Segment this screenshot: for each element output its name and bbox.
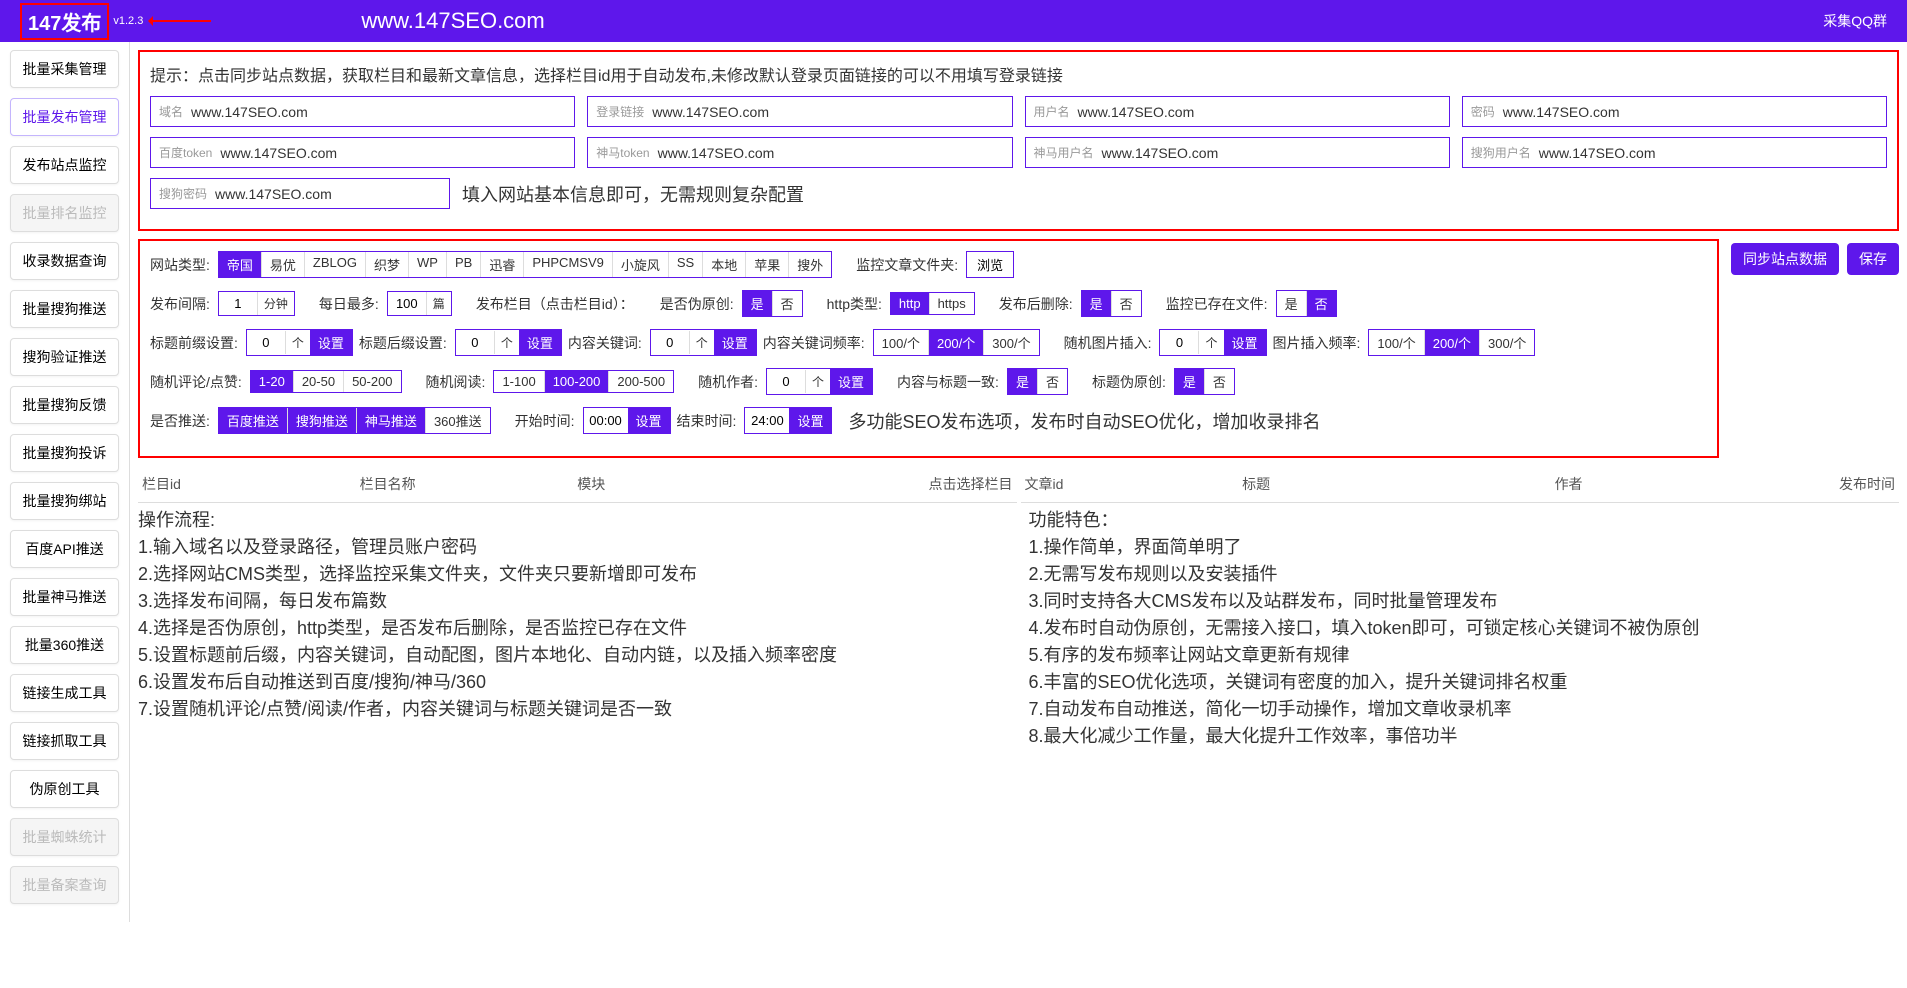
sidebar-item-12[interactable]: 批量360推送	[10, 626, 119, 664]
sidebar-item-0[interactable]: 批量采集管理	[10, 50, 119, 88]
field-sogou-password[interactable]: 搜狗密码 www.147SEO.com	[150, 178, 450, 209]
sidebar-item-16: 批量蜘蛛统计	[10, 818, 119, 856]
sidebar: 批量采集管理批量发布管理发布站点监控批量排名监控收录数据查询批量搜狗推送搜狗验证…	[0, 42, 130, 922]
browse-button[interactable]: 浏览	[966, 251, 1014, 278]
keyword-freq-segment[interactable]: 100/个200/个300/个	[873, 329, 1040, 356]
workflow-text: 操作流程: 1.输入域名以及登录路径，管理员账户密码 2.选择网站CMS类型，选…	[138, 507, 1009, 750]
pseudo-original-toggle[interactable]: 是否	[742, 290, 803, 317]
keyword-input[interactable]: 个设置	[650, 329, 757, 356]
end-time-input[interactable]: 设置	[744, 407, 832, 434]
daily-max-input[interactable]: 篇	[387, 291, 452, 316]
title-prefix-input[interactable]: 个设置	[246, 329, 353, 356]
app-header: 147发布 v1.2.3 www.147SEO.com 采集QQ群	[0, 0, 1907, 42]
sidebar-item-15[interactable]: 伪原创工具	[10, 770, 119, 808]
random-author-input[interactable]: 个设置	[766, 368, 873, 395]
features-text: 功能特色： 1.操作简单，界面简单明了 2.无需写发布规则以及安装插件 3.同时…	[1029, 507, 1900, 750]
interval-input[interactable]: 分钟	[218, 291, 295, 316]
monitor-exist-toggle[interactable]: 是否	[1276, 290, 1337, 317]
sidebar-item-4[interactable]: 收录数据查询	[10, 242, 119, 280]
sidebar-item-13[interactable]: 链接生成工具	[10, 674, 119, 712]
sidebar-item-5[interactable]: 批量搜狗推送	[10, 290, 119, 328]
push-targets-segment[interactable]: 百度推送搜狗推送神马推送360推送	[218, 407, 491, 434]
sidebar-item-6[interactable]: 搜狗验证推送	[10, 338, 119, 376]
field-2[interactable]: 用户名www.147SEO.com	[1025, 96, 1450, 127]
field-0[interactable]: 域名www.147SEO.com	[150, 96, 575, 127]
sidebar-item-1[interactable]: 批量发布管理	[10, 98, 119, 136]
header-qq-link[interactable]: 采集QQ群	[1823, 11, 1887, 31]
comment-range-segment[interactable]: 1-2020-5050-200	[250, 370, 402, 393]
columns-table: 栏目id栏目名称模块点击选择栏目	[138, 466, 1017, 503]
articles-table: 文章id标题作者发布时间	[1021, 466, 1900, 503]
image-freq-segment[interactable]: 100/个200/个300/个	[1368, 329, 1535, 356]
sidebar-item-11[interactable]: 批量神马推送	[10, 578, 119, 616]
sidebar-item-17: 批量备案查询	[10, 866, 119, 904]
sidebar-item-2[interactable]: 发布站点监控	[10, 146, 119, 184]
sidebar-item-10[interactable]: 百度API推送	[10, 530, 119, 568]
sidebar-item-3: 批量排名监控	[10, 194, 119, 232]
random-image-input[interactable]: 个设置	[1159, 329, 1266, 356]
content-title-match-toggle[interactable]: 是否	[1007, 368, 1068, 395]
field-3[interactable]: 密码www.147SEO.com	[1462, 96, 1887, 127]
field-1[interactable]: 登录链接www.147SEO.com	[587, 96, 1012, 127]
publish-options-panel: 网站类型: 帝国易优ZBLOG织梦WPPB迅睿PHPCMSV9小旋风SS本地苹果…	[138, 239, 1719, 458]
http-type-toggle[interactable]: httphttps	[890, 292, 975, 315]
site-info-panel: 提示：点击同步站点数据，获取栏目和最新文章信息，选择栏目id用于自动发布,未修改…	[138, 50, 1899, 231]
field-7[interactable]: 搜狗用户名www.147SEO.com	[1462, 137, 1887, 168]
sidebar-item-14[interactable]: 链接抓取工具	[10, 722, 119, 760]
start-time-input[interactable]: 设置	[583, 407, 671, 434]
save-button[interactable]: 保存	[1847, 243, 1899, 275]
cms-type-segment[interactable]: 帝国易优ZBLOG织梦WPPB迅睿PHPCMSV9小旋风SS本地苹果搜外	[218, 251, 832, 278]
app-version: v1.2.3	[113, 15, 143, 27]
sidebar-item-8[interactable]: 批量搜狗投诉	[10, 434, 119, 472]
title-pseudo-toggle[interactable]: 是否	[1174, 368, 1235, 395]
delete-after-toggle[interactable]: 是否	[1081, 290, 1142, 317]
annotation-arrow	[151, 20, 211, 22]
panel-note: 填入网站基本信息即可，无需规则复杂配置	[462, 178, 1887, 209]
field-6[interactable]: 神马用户名www.147SEO.com	[1025, 137, 1450, 168]
field-5[interactable]: 神马tokenwww.147SEO.com	[587, 137, 1012, 168]
header-url: www.147SEO.com	[361, 8, 544, 34]
options-note: 多功能SEO发布选项，发布时自动SEO优化，增加收录排名	[848, 408, 1320, 434]
title-suffix-input[interactable]: 个设置	[455, 329, 562, 356]
sidebar-item-7[interactable]: 批量搜狗反馈	[10, 386, 119, 424]
sync-button[interactable]: 同步站点数据	[1731, 243, 1839, 275]
tip-text: 提示：点击同步站点数据，获取栏目和最新文章信息，选择栏目id用于自动发布,未修改…	[150, 62, 1887, 86]
app-title: 147发布	[20, 3, 109, 40]
field-4[interactable]: 百度tokenwww.147SEO.com	[150, 137, 575, 168]
read-range-segment[interactable]: 1-100100-200200-500	[493, 370, 674, 393]
sidebar-item-9[interactable]: 批量搜狗绑站	[10, 482, 119, 520]
